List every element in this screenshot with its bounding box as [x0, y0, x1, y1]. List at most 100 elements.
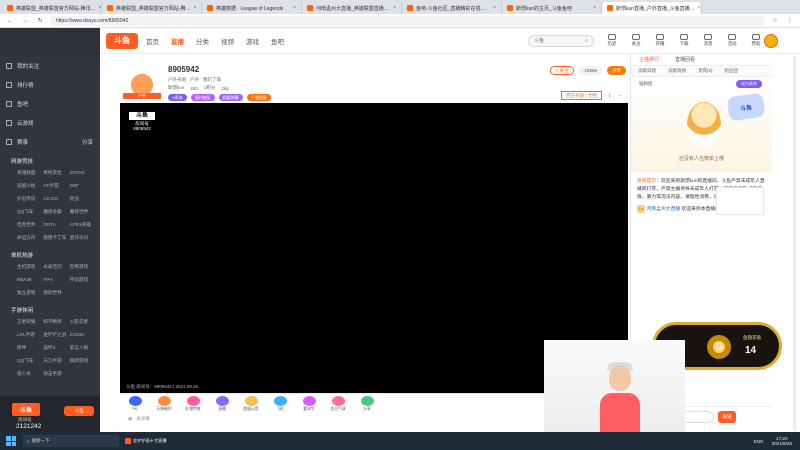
- search-input[interactable]: 斗鱼 ⌕: [528, 34, 594, 47]
- follow-button[interactable]: 关注: [628, 34, 644, 47]
- subtab-vip[interactable]: 贵宾(5): [698, 68, 713, 74]
- category-link[interactable]: 和平精英: [43, 319, 67, 325]
- category-link[interactable]: 射击手游: [43, 371, 67, 377]
- menu-icon[interactable]: ⋮: [785, 17, 795, 24]
- close-icon[interactable]: ×: [293, 5, 296, 11]
- browser-tab-active[interactable]: 斯惯kun直播_户外直播_斗鱼直播… ×: [602, 2, 702, 14]
- message-button[interactable]: 消息: [700, 34, 716, 47]
- browser-tab-3[interactable]: 英雄数据 · League of Legends ×: [202, 2, 302, 14]
- send-button[interactable]: 发送: [718, 410, 736, 423]
- category-link[interactable]: QQ飞车: [17, 209, 41, 215]
- vip-button[interactable]: V贵族: [168, 94, 187, 101]
- sidebar-item-rank[interactable]: 排行榜: [0, 75, 100, 94]
- category-link[interactable]: 炉石传说: [17, 196, 41, 202]
- category-link[interactable]: 坦克世界: [17, 222, 41, 228]
- category-link[interactable]: CODM: [70, 332, 94, 338]
- category-link[interactable]: 穿越火线: [17, 183, 41, 189]
- category-link[interactable]: 金铲铲之战: [43, 332, 67, 338]
- category-link[interactable]: 王者荣耀: [17, 319, 41, 325]
- category-link[interactable]: 主机游戏: [17, 264, 41, 270]
- category-link[interactable]: 棋牌游戏: [70, 358, 94, 364]
- category-link[interactable]: 原神: [17, 345, 41, 351]
- category-link[interactable]: 狼人杀: [17, 371, 41, 377]
- mini-promo-card[interactable]: [716, 187, 764, 215]
- sidebar-item-yuba[interactable]: 鱼吧: [0, 94, 100, 113]
- category-link[interactable]: 蛋仔派对: [70, 235, 94, 241]
- category-link[interactable]: 英雄联盟: [17, 170, 41, 176]
- support-button[interactable]: 赞助: [748, 34, 764, 47]
- category-link[interactable]: 逆战: [70, 196, 94, 202]
- nav-yuba[interactable]: 鱼吧: [271, 36, 284, 46]
- subtab-weekly[interactable]: 贡献周榜: [668, 68, 686, 74]
- tag-chip[interactable]: 福利抽奖: [190, 94, 215, 101]
- language-indicator[interactable]: ENG: [754, 439, 764, 444]
- close-icon[interactable]: ×: [393, 5, 396, 11]
- category-link[interactable]: 恐怖游戏: [70, 264, 94, 270]
- category-link[interactable]: 魔兽争霸: [43, 209, 67, 215]
- category-link[interactable]: 天刀手游: [43, 358, 67, 364]
- browser-tab-5[interactable]: 鱼吧-斗鱼社区_直播精彩在线… ×: [402, 2, 502, 14]
- gift-item[interactable]: 直播: [211, 395, 233, 412]
- category-link[interactable]: DOTA: [43, 222, 67, 228]
- category-link[interactable]: 我的世界: [43, 290, 67, 296]
- category-link[interactable]: FIFA: [43, 277, 67, 283]
- sidebar-item-events[interactable]: 赛事 分享: [0, 132, 100, 151]
- tag-chip[interactable]: 开播提醒: [246, 94, 271, 101]
- follow-button[interactable]: + 关注: [549, 66, 575, 75]
- taskbar-app[interactable]: 金铲铲段十大直播: [125, 435, 195, 447]
- player-input-placeholder[interactable]: 发弹幕: [136, 416, 150, 422]
- url-field[interactable]: https://www.douyu.com/8905942: [50, 15, 765, 26]
- start-icon[interactable]: [4, 434, 18, 448]
- nav-live[interactable]: 直播: [171, 36, 184, 46]
- category-link[interactable]: QQ飞车: [17, 358, 41, 364]
- star-icon[interactable]: ☆: [770, 17, 780, 24]
- share-icon[interactable]: ⇪: [608, 93, 612, 99]
- browser-tab-4[interactable]: 河南孟州大直播_英雄联盟直播… ×: [302, 2, 402, 14]
- forward-icon[interactable]: →: [20, 18, 30, 24]
- category-link[interactable]: 永劫无间: [43, 264, 67, 270]
- sidebar-item-following[interactable]: 我的关注: [0, 56, 100, 75]
- tab-replay[interactable]: 直播回看: [675, 56, 695, 63]
- subtab-fans[interactable]: 粉丝团: [725, 68, 739, 74]
- gift-item[interactable]: 天降福利: [153, 395, 175, 412]
- sidebar-bottom-button[interactable]: 斗鱼: [64, 406, 94, 416]
- browser-tab-6[interactable]: 斯惯kun的主页_斗鱼鱼吧 ×: [502, 2, 602, 14]
- banner-tag[interactable]: 百花齐放 | 文档: [561, 91, 602, 100]
- category-link[interactable]: 崩坏3: [43, 345, 67, 351]
- tag-chip[interactable]: 超级弹幕: [218, 94, 243, 101]
- download-button[interactable]: 下载: [676, 34, 692, 47]
- clock[interactable]: 17:20 2021/9/26: [772, 436, 792, 446]
- search-icon[interactable]: ⌕: [585, 38, 588, 44]
- broadcast-button[interactable]: 开播: [652, 34, 668, 47]
- danmaku-icon[interactable]: ▣: [128, 416, 132, 422]
- category-link[interactable]: 命运方舟: [17, 235, 41, 241]
- category-link[interactable]: NBA2K: [17, 277, 41, 283]
- tab-anchor-rank[interactable]: 主播排行: [639, 56, 659, 63]
- douyu-logo[interactable]: 斗鱼: [106, 32, 138, 49]
- category-link[interactable]: 独立游戏: [17, 290, 41, 296]
- sidebar-item-cloud-game[interactable]: 云游戏: [0, 113, 100, 132]
- nav-video[interactable]: 视频: [221, 36, 234, 46]
- browser-tab-2[interactable]: 英雄联盟_英雄联盟官方网站·腾… ×: [102, 2, 202, 14]
- close-icon[interactable]: ×: [193, 5, 196, 11]
- gift-item[interactable]: 飞机: [269, 395, 291, 412]
- gift-item[interactable]: PK: [124, 396, 146, 411]
- more-icon[interactable]: ⋯: [618, 93, 623, 99]
- gift-item[interactable]: 分享: [356, 395, 378, 412]
- back-icon[interactable]: ←: [5, 18, 15, 24]
- reload-icon[interactable]: ↻: [35, 17, 45, 24]
- browser-tab-1[interactable]: 英雄联盟_英雄联盟官方网站·腾讯… ×: [2, 2, 102, 14]
- nav-category[interactable]: 分类: [196, 36, 209, 46]
- user-avatar[interactable]: [764, 34, 778, 48]
- gift-item[interactable]: 嘉年华: [298, 395, 320, 412]
- subtab-daily[interactable]: 贡献日榜: [638, 68, 656, 74]
- close-icon[interactable]: ×: [698, 5, 701, 11]
- category-link[interactable]: 绝地求生: [43, 170, 67, 176]
- category-link[interactable]: 怀旧游戏: [70, 277, 94, 283]
- close-icon[interactable]: ×: [593, 5, 596, 11]
- category-link[interactable]: DNF: [70, 183, 94, 189]
- nav-games[interactable]: 游戏: [246, 36, 259, 46]
- category-link[interactable]: APEX英雄: [70, 222, 94, 228]
- history-button[interactable]: 历史: [604, 34, 620, 47]
- category-link[interactable]: CS:GO: [43, 196, 67, 202]
